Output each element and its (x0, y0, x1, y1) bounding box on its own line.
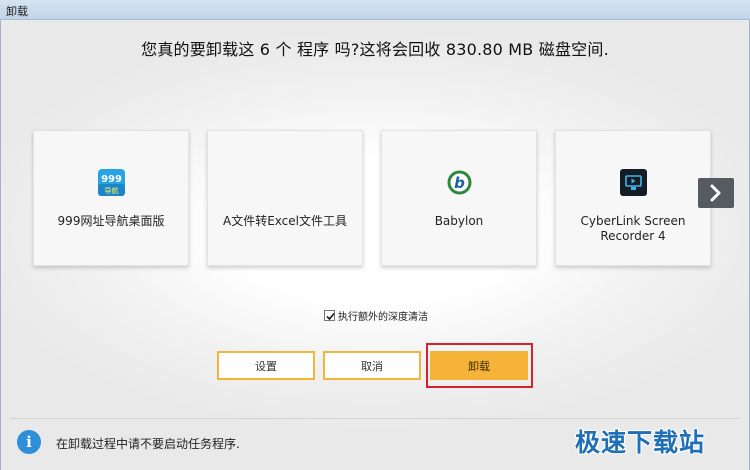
cyberlink-screen-recorder-icon (620, 169, 647, 196)
cancel-button[interactable]: 取消 (323, 351, 421, 380)
next-page-button[interactable] (698, 178, 734, 208)
info-icon: i (17, 430, 41, 454)
program-card-cyberlink-screen-recorder[interactable]: CyberLink Screen Recorder 4 (555, 130, 711, 266)
program-card-a-file-to-excel[interactable]: A文件转Excel文件工具 (207, 130, 363, 266)
uninstall-button[interactable]: 卸载 (430, 351, 528, 380)
confirmation-headline: 您真的要卸载这 6 个 程序 吗?这将会回收 830.80 MB 磁盘空间. (141, 40, 609, 59)
program-card-babylon[interactable]: b Babylon (381, 130, 537, 266)
999-navigation-icon: 999 导航 (98, 169, 125, 196)
chevron-right-icon (710, 184, 721, 202)
deep-clean-option[interactable]: 执行额外的深度清洁 (324, 308, 428, 323)
program-name: Babylon (434, 214, 484, 228)
window-title: 卸载 (6, 5, 28, 18)
settings-button[interactable]: 设置 (217, 351, 315, 380)
deep-clean-label: 执行额外的深度清洁 (338, 311, 428, 323)
title-bar: 卸载 (0, 0, 750, 20)
babylon-icon: b (447, 170, 472, 195)
program-card-999-navigation[interactable]: 999 导航 999网址导航桌面版 (33, 130, 189, 266)
999-icon-subtext: 导航 (105, 186, 119, 195)
babylon-icon-letter: b (454, 174, 465, 192)
program-name: 999网址导航桌面版 (57, 214, 165, 228)
deep-clean-checkbox[interactable] (324, 309, 335, 321)
program-name: A文件转Excel文件工具 (223, 214, 347, 228)
watermark-logo: 极速下载站 (575, 428, 706, 457)
info-icon-glyph: i (26, 433, 32, 451)
checkmark-icon (326, 312, 335, 320)
program-name: CyberLink Screen Recorder 4 (580, 214, 686, 243)
footer-info-text: 在卸载过程中请不要启动任务程序. (56, 437, 240, 451)
footer-divider (10, 418, 740, 419)
999-icon-text: 999 (101, 174, 122, 185)
